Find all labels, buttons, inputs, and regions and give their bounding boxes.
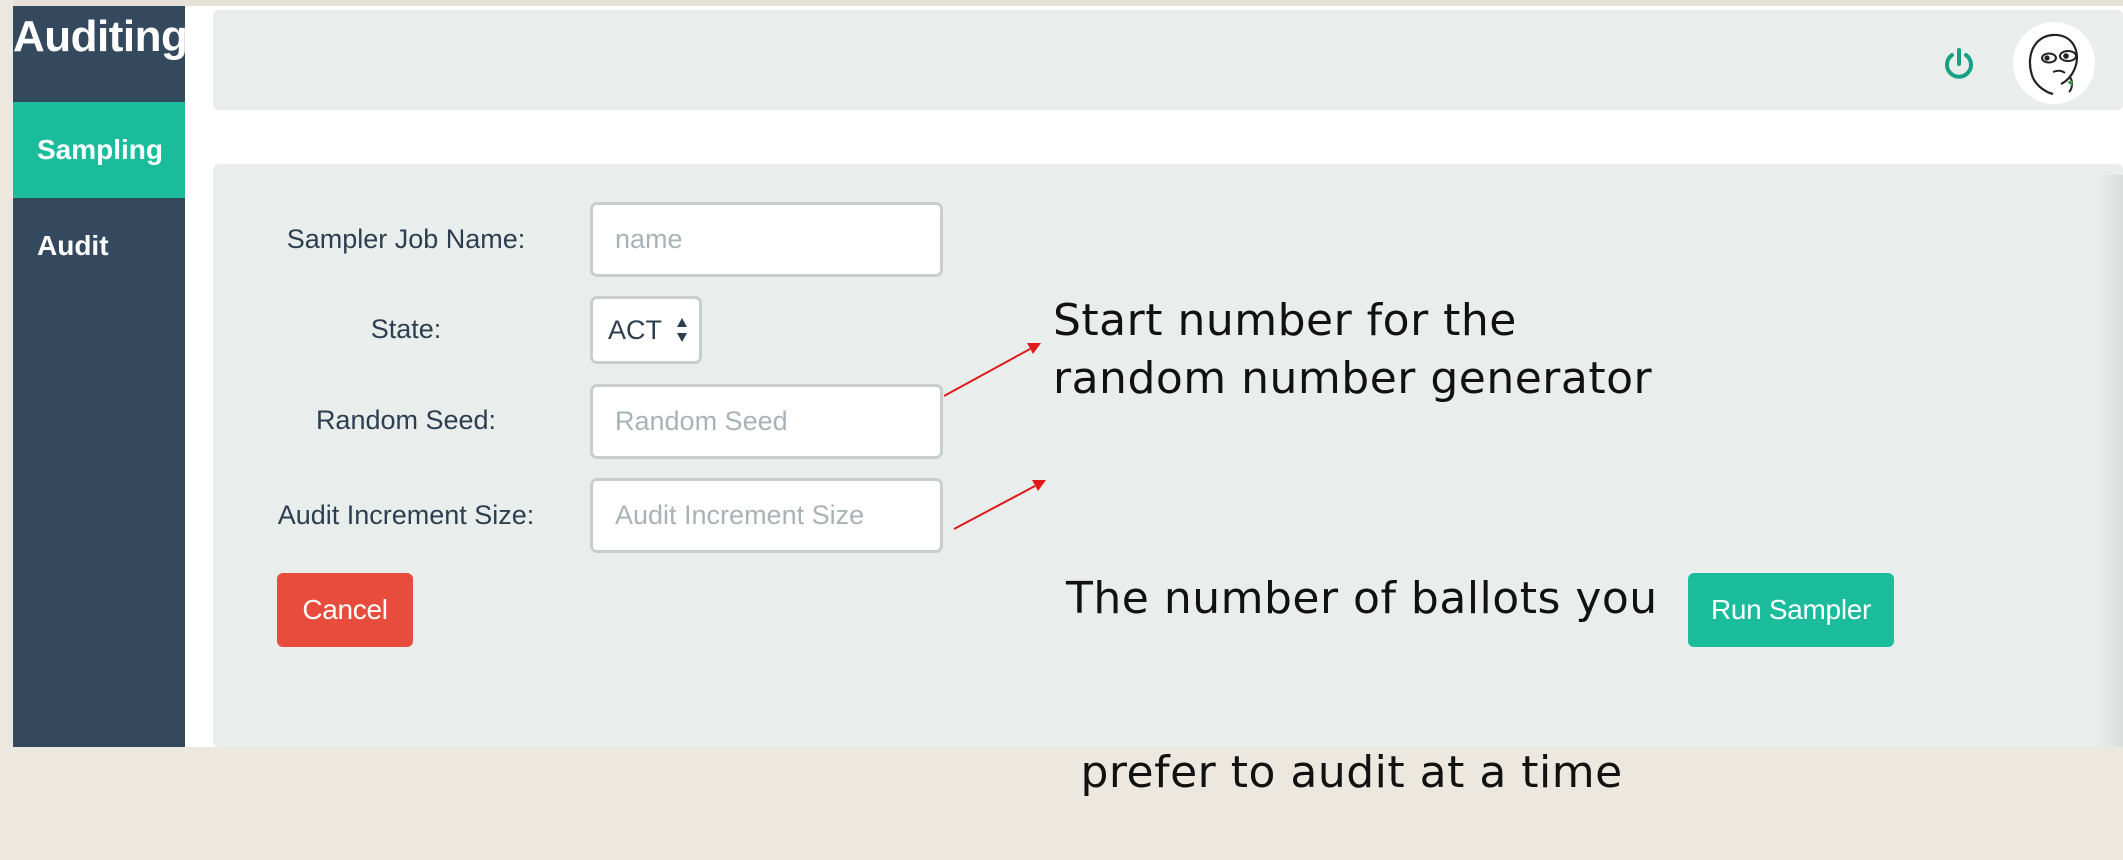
state-select[interactable]: ACT xyxy=(590,296,702,364)
increment-annotation-line2: prefer to audit at a time xyxy=(1066,747,1623,798)
increment-size-label: Audit Increment Size: xyxy=(277,500,535,530)
job-name-label: Sampler Job Name: xyxy=(286,224,526,254)
seed-annotation: Start number for the random number gener… xyxy=(1053,292,1652,408)
random-seed-input[interactable] xyxy=(590,384,943,459)
increment-annotation: The number of ballots you prefer to audi… xyxy=(1066,454,1658,860)
increment-annotation-line1: The number of ballots you xyxy=(1066,573,1658,624)
app-brand-title: Auditing xyxy=(13,12,188,61)
power-icon[interactable] xyxy=(1939,44,1979,84)
select-arrows-icon xyxy=(677,318,687,342)
cancel-button[interactable]: Cancel xyxy=(277,573,413,647)
state-select-value: ACT xyxy=(608,315,662,345)
seed-annotation-line2: random number generator xyxy=(1053,353,1653,404)
random-seed-label: Random Seed: xyxy=(315,405,497,435)
panel-edge-shadow xyxy=(2097,175,2123,747)
seed-annotation-line1: Start number for the xyxy=(1053,295,1517,346)
top-bar xyxy=(213,10,2123,110)
avatar-icon[interactable] xyxy=(2013,22,2095,104)
sidebar-item-sampling[interactable]: Sampling xyxy=(13,102,195,198)
sidebar-item-label: Sampling xyxy=(37,134,164,165)
window-left-strip xyxy=(0,0,13,747)
sidebar-item-label: Audit xyxy=(37,230,109,261)
job-name-input[interactable] xyxy=(590,202,943,277)
increment-size-input[interactable] xyxy=(590,478,943,553)
sidebar: Sampling Audit xyxy=(13,6,195,747)
state-label: State: xyxy=(370,314,442,344)
run-sampler-button[interactable]: Run Sampler xyxy=(1688,573,1894,647)
sidebar-item-audit[interactable]: Audit xyxy=(13,198,185,294)
